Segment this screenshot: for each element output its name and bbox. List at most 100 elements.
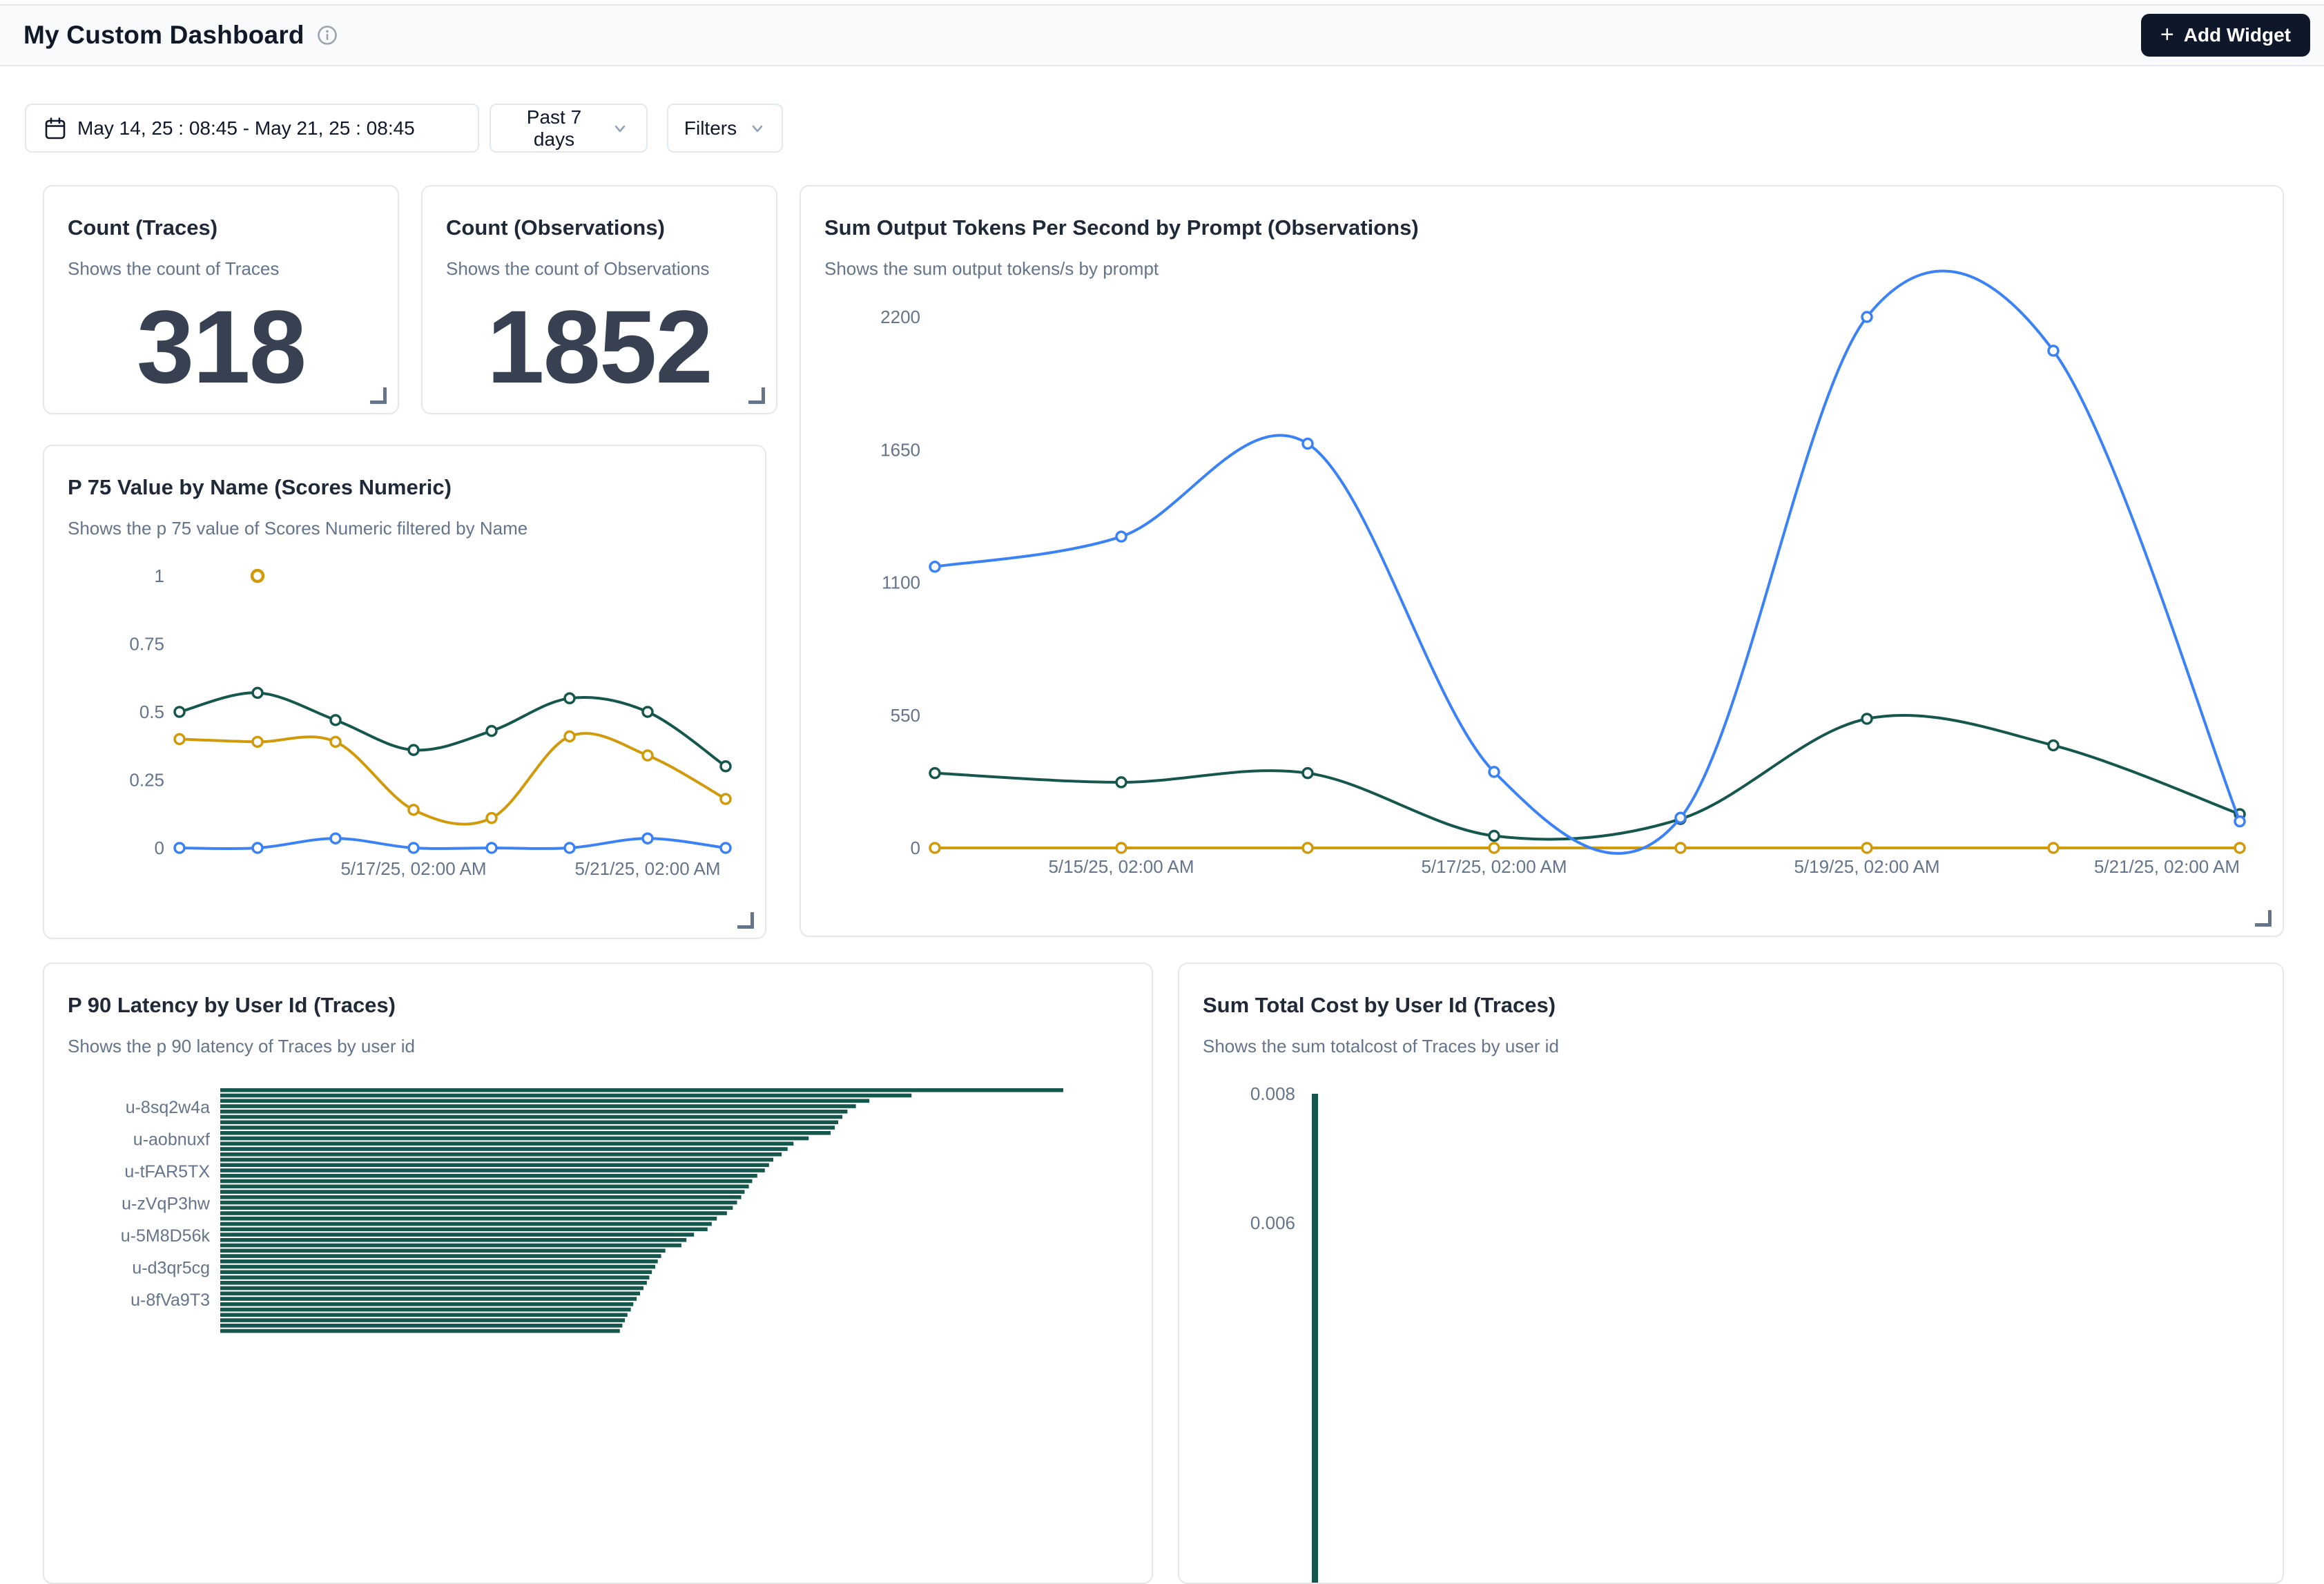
latency-bar[interactable]: [220, 1249, 666, 1253]
score-orange-point[interactable]: [409, 805, 418, 815]
latency-bar[interactable]: [220, 1259, 658, 1264]
latency-bar[interactable]: [220, 1286, 643, 1291]
score-blue-point[interactable]: [331, 833, 340, 843]
info-icon[interactable]: [317, 25, 338, 46]
latency-bar[interactable]: [220, 1126, 835, 1130]
latency-bar[interactable]: [220, 1137, 808, 1141]
prompt-orange-point[interactable]: [930, 843, 940, 853]
latency-bar[interactable]: [220, 1088, 1063, 1092]
resize-handle[interactable]: [2255, 910, 2272, 927]
score-teal-point[interactable]: [721, 762, 730, 771]
latency-bar[interactable]: [220, 1302, 633, 1306]
latency-bar[interactable]: [220, 1110, 847, 1114]
score-orange-point[interactable]: [331, 737, 340, 746]
latency-bar[interactable]: [220, 1217, 717, 1221]
cost-bar[interactable]: [1312, 1094, 1318, 1583]
score-teal-point[interactable]: [175, 707, 184, 717]
latency-bar[interactable]: [220, 1297, 637, 1301]
latency-bar[interactable]: [220, 1324, 622, 1328]
prompt-blue-point[interactable]: [2049, 346, 2058, 356]
latency-bar[interactable]: [220, 1168, 765, 1172]
score-orange-point[interactable]: [487, 813, 496, 823]
filters-dropdown[interactable]: Filters: [667, 104, 783, 153]
prompt-orange-point[interactable]: [1116, 843, 1126, 853]
latency-bar[interactable]: [220, 1163, 769, 1168]
prompt-orange-point[interactable]: [1676, 843, 1685, 853]
score-teal-point[interactable]: [253, 688, 262, 697]
score-teal-point[interactable]: [643, 707, 652, 717]
latency-bar[interactable]: [220, 1313, 628, 1317]
prompt-blue-point[interactable]: [930, 562, 940, 572]
score-blue-point[interactable]: [721, 843, 730, 853]
score-blue-point[interactable]: [253, 843, 262, 853]
latency-bar[interactable]: [220, 1131, 831, 1135]
latency-bar[interactable]: [220, 1115, 842, 1119]
prompt-blue-point[interactable]: [1676, 813, 1685, 822]
latency-bar[interactable]: [220, 1121, 838, 1125]
score-teal-point[interactable]: [331, 715, 340, 725]
latency-bar[interactable]: [220, 1244, 681, 1248]
score-blue-point[interactable]: [565, 843, 574, 853]
prompt-teal-point[interactable]: [2049, 740, 2058, 750]
score-blue-point[interactable]: [487, 843, 496, 853]
latency-bar[interactable]: [220, 1099, 869, 1103]
score-teal-point[interactable]: [487, 726, 496, 736]
prompt-orange-point[interactable]: [2049, 843, 2058, 853]
latency-bar[interactable]: [220, 1265, 655, 1269]
score-orange-point[interactable]: [175, 734, 184, 744]
score-orange-point[interactable]: [721, 794, 730, 804]
prompt-blue-point[interactable]: [1862, 312, 1872, 322]
score-teal-point[interactable]: [565, 693, 574, 703]
latency-bar[interactable]: [220, 1308, 631, 1312]
prompt-orange-point[interactable]: [1489, 843, 1499, 853]
prompt-teal-point[interactable]: [1303, 769, 1313, 778]
score-orange-point[interactable]: [253, 737, 262, 746]
score-blue-point[interactable]: [175, 843, 184, 853]
latency-bar[interactable]: [220, 1233, 694, 1237]
latency-bar[interactable]: [220, 1292, 640, 1296]
score-blue-point[interactable]: [409, 843, 418, 853]
latency-bar[interactable]: [220, 1147, 788, 1151]
latency-bar[interactable]: [220, 1254, 661, 1258]
prompt-orange-point[interactable]: [1303, 843, 1313, 853]
latency-bar[interactable]: [220, 1152, 782, 1157]
score-blue-point[interactable]: [643, 833, 652, 843]
latency-bar[interactable]: [220, 1104, 856, 1108]
date-preset-dropdown[interactable]: Past 7 days: [490, 104, 648, 153]
latency-bar[interactable]: [220, 1206, 733, 1210]
score-teal-point[interactable]: [409, 745, 418, 755]
latency-bar[interactable]: [220, 1142, 793, 1146]
latency-bar[interactable]: [220, 1238, 686, 1242]
latency-bar[interactable]: [220, 1185, 749, 1189]
latency-bar[interactable]: [220, 1174, 757, 1178]
prompt-teal-point[interactable]: [1489, 831, 1499, 841]
latency-bar[interactable]: [220, 1179, 752, 1184]
latency-bar[interactable]: [220, 1275, 649, 1279]
prompt-orange-point[interactable]: [2235, 843, 2245, 853]
latency-bar[interactable]: [220, 1094, 911, 1098]
date-range-picker[interactable]: May 14, 25 : 08:45 - May 21, 25 : 08:45: [25, 104, 479, 153]
prompt-teal-point[interactable]: [1116, 777, 1126, 787]
latency-bar[interactable]: [220, 1201, 737, 1205]
prompt-teal-point[interactable]: [930, 769, 940, 778]
tokens-line-chart[interactable]: 22001650110055005/15/25, 02:00 AM5/17/25…: [801, 186, 2285, 938]
latency-bar[interactable]: [220, 1158, 773, 1162]
score-orange-point[interactable]: [643, 751, 652, 760]
prompt-blue-point[interactable]: [2235, 817, 2245, 827]
resize-handle[interactable]: [370, 387, 387, 404]
latency-bar[interactable]: [220, 1271, 652, 1275]
prompt-blue-point[interactable]: [1116, 532, 1126, 541]
latency-bar[interactable]: [220, 1329, 620, 1333]
prompt-blue-point[interactable]: [1489, 767, 1499, 777]
latency-bar[interactable]: [220, 1228, 708, 1232]
latency-bar[interactable]: [220, 1190, 744, 1194]
score-orange-point[interactable]: [565, 731, 574, 741]
latency-bar[interactable]: [220, 1222, 712, 1226]
outlier-point[interactable]: [252, 570, 263, 581]
add-widget-button[interactable]: + Add Widget: [2141, 14, 2310, 57]
latency-bar[interactable]: [220, 1211, 727, 1215]
resize-handle[interactable]: [748, 387, 765, 404]
prompt-orange-point[interactable]: [1862, 843, 1872, 853]
latency-bar[interactable]: [220, 1281, 647, 1285]
resize-handle[interactable]: [737, 912, 754, 929]
